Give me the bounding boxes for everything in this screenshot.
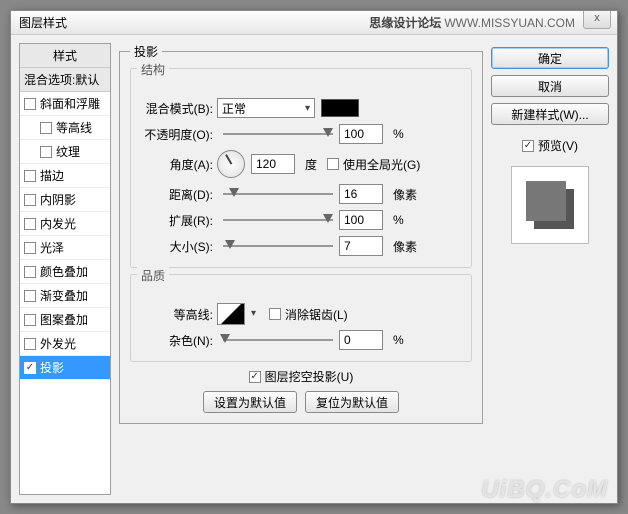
blend-mode-label: 混合模式(B): xyxy=(139,100,217,117)
cancel-button[interactable]: 取消 xyxy=(491,75,609,97)
ok-button[interactable]: 确定 xyxy=(491,47,609,69)
sidebar-checkbox[interactable] xyxy=(40,122,52,134)
sidebar-checkbox[interactable] xyxy=(24,194,36,206)
new-style-button[interactable]: 新建样式(W)... xyxy=(491,103,609,125)
layer-style-dialog: 图层样式 思缘设计论坛 WWW.MISSYUAN.COM x 样式 混合选项:默… xyxy=(10,10,618,504)
sidebar-checkbox[interactable] xyxy=(24,218,36,230)
sidebar-checkbox[interactable] xyxy=(24,266,36,278)
noise-input[interactable]: 0 xyxy=(339,330,383,350)
sidebar-item-label: 描边 xyxy=(40,167,64,184)
size-input[interactable]: 7 xyxy=(339,236,383,256)
make-default-button[interactable]: 设置为默认值 xyxy=(203,391,297,413)
angle-input[interactable]: 120 xyxy=(251,154,295,174)
opacity-slider[interactable] xyxy=(223,126,333,142)
preview-checkbox[interactable] xyxy=(522,140,534,152)
quality-title: 品质 xyxy=(137,267,169,284)
sidebar-item-0[interactable]: 斜面和浮雕 xyxy=(20,92,110,116)
angle-label: 角度(A): xyxy=(139,156,217,173)
sidebar-item-2[interactable]: 纹理 xyxy=(20,140,110,164)
angle-unit: 度 xyxy=(305,156,317,173)
sidebar-item-9[interactable]: 图案叠加 xyxy=(20,308,110,332)
sidebar-item-label: 内阴影 xyxy=(40,191,76,208)
sidebar-item-4[interactable]: 内阴影 xyxy=(20,188,110,212)
sidebar-checkbox[interactable] xyxy=(24,98,36,110)
opacity-label: 不透明度(O): xyxy=(139,126,217,143)
options-panel: 投影 结构 混合模式(B): 正常 不透明度(O): 100 % xyxy=(119,43,483,495)
titlebar: 图层样式 思缘设计论坛 WWW.MISSYUAN.COM x xyxy=(11,11,617,35)
contour-label: 等高线: xyxy=(139,306,217,323)
distance-input[interactable]: 16 xyxy=(339,184,383,204)
reset-default-button[interactable]: 复位为默认值 xyxy=(305,391,399,413)
structure-box: 结构 混合模式(B): 正常 不透明度(O): 100 % 角度(A): xyxy=(130,68,472,268)
distance-label: 距离(D): xyxy=(139,186,217,203)
spread-input[interactable]: 100 xyxy=(339,210,383,230)
sidebar-item-label: 外发光 xyxy=(40,335,76,352)
antialias-checkbox[interactable] xyxy=(269,308,281,320)
knockout-label: 图层挖空投影(U) xyxy=(265,368,354,385)
sidebar-item-3[interactable]: 描边 xyxy=(20,164,110,188)
sidebar-item-label: 纹理 xyxy=(56,143,80,160)
spread-unit: % xyxy=(393,213,404,227)
quality-box: 品质 等高线: 消除锯齿(L) 杂色(N): 0 % xyxy=(130,274,472,362)
preview-label: 预览(V) xyxy=(538,137,578,154)
sidebar-item-label: 颜色叠加 xyxy=(40,263,88,280)
distance-unit: 像素 xyxy=(393,186,417,203)
shadow-color-swatch[interactable] xyxy=(321,99,359,117)
antialias-label: 消除锯齿(L) xyxy=(285,306,348,323)
global-light-label: 使用全局光(G) xyxy=(343,156,420,173)
angle-dial[interactable] xyxy=(217,150,245,178)
drop-shadow-group: 投影 结构 混合模式(B): 正常 不透明度(O): 100 % xyxy=(119,43,483,424)
spread-slider[interactable] xyxy=(223,212,333,228)
noise-unit: % xyxy=(393,333,404,347)
blend-mode-combo[interactable]: 正常 xyxy=(217,98,315,118)
sidebar-checkbox[interactable] xyxy=(24,290,36,302)
size-unit: 像素 xyxy=(393,238,417,255)
sidebar-checkbox[interactable] xyxy=(24,314,36,326)
sidebar-subheader[interactable]: 混合选项:默认 xyxy=(20,68,110,92)
spread-label: 扩展(R): xyxy=(139,212,217,229)
opacity-input[interactable]: 100 xyxy=(339,124,383,144)
sidebar-item-1[interactable]: 等高线 xyxy=(20,116,110,140)
sidebar-checkbox[interactable] xyxy=(24,170,36,182)
sidebar-item-8[interactable]: 渐变叠加 xyxy=(20,284,110,308)
sidebar-item-11[interactable]: 投影 xyxy=(20,356,110,380)
size-slider[interactable] xyxy=(223,238,333,254)
preview-thumbnail xyxy=(511,166,589,244)
sidebar-item-label: 斜面和浮雕 xyxy=(40,95,100,112)
styles-sidebar: 样式 混合选项:默认 斜面和浮雕等高线纹理描边内阴影内发光光泽颜色叠加渐变叠加图… xyxy=(19,43,111,495)
sidebar-checkbox[interactable] xyxy=(40,146,52,158)
opacity-unit: % xyxy=(393,127,404,141)
sidebar-checkbox[interactable] xyxy=(24,362,36,374)
right-column: 确定 取消 新建样式(W)... 预览(V) xyxy=(491,43,609,495)
structure-title: 结构 xyxy=(137,61,169,78)
sidebar-item-label: 内发光 xyxy=(40,215,76,232)
content: 样式 混合选项:默认 斜面和浮雕等高线纹理描边内阴影内发光光泽颜色叠加渐变叠加图… xyxy=(11,35,617,503)
sidebar-checkbox[interactable] xyxy=(24,338,36,350)
global-light-checkbox[interactable] xyxy=(327,158,339,170)
noise-slider[interactable] xyxy=(223,332,333,348)
size-label: 大小(S): xyxy=(139,238,217,255)
sidebar-checkbox[interactable] xyxy=(24,242,36,254)
distance-slider[interactable] xyxy=(223,186,333,202)
noise-label: 杂色(N): xyxy=(139,332,217,349)
sidebar-item-10[interactable]: 外发光 xyxy=(20,332,110,356)
sidebar-header[interactable]: 样式 xyxy=(20,44,110,68)
sidebar-item-label: 图案叠加 xyxy=(40,311,88,328)
sidebar-item-label: 渐变叠加 xyxy=(40,287,88,304)
window-title: 图层样式 xyxy=(15,14,67,31)
close-button[interactable]: x xyxy=(583,11,611,29)
sidebar-item-7[interactable]: 颜色叠加 xyxy=(20,260,110,284)
knockout-checkbox[interactable] xyxy=(249,371,261,383)
group-legend: 投影 xyxy=(130,43,162,60)
contour-picker[interactable] xyxy=(217,303,245,325)
sidebar-item-label: 等高线 xyxy=(56,119,92,136)
sidebar-item-6[interactable]: 光泽 xyxy=(20,236,110,260)
sidebar-item-5[interactable]: 内发光 xyxy=(20,212,110,236)
sidebar-item-label: 投影 xyxy=(40,359,64,376)
sidebar-item-label: 光泽 xyxy=(40,239,64,256)
site-credit: 思缘设计论坛 WWW.MISSYUAN.COM xyxy=(369,14,575,31)
